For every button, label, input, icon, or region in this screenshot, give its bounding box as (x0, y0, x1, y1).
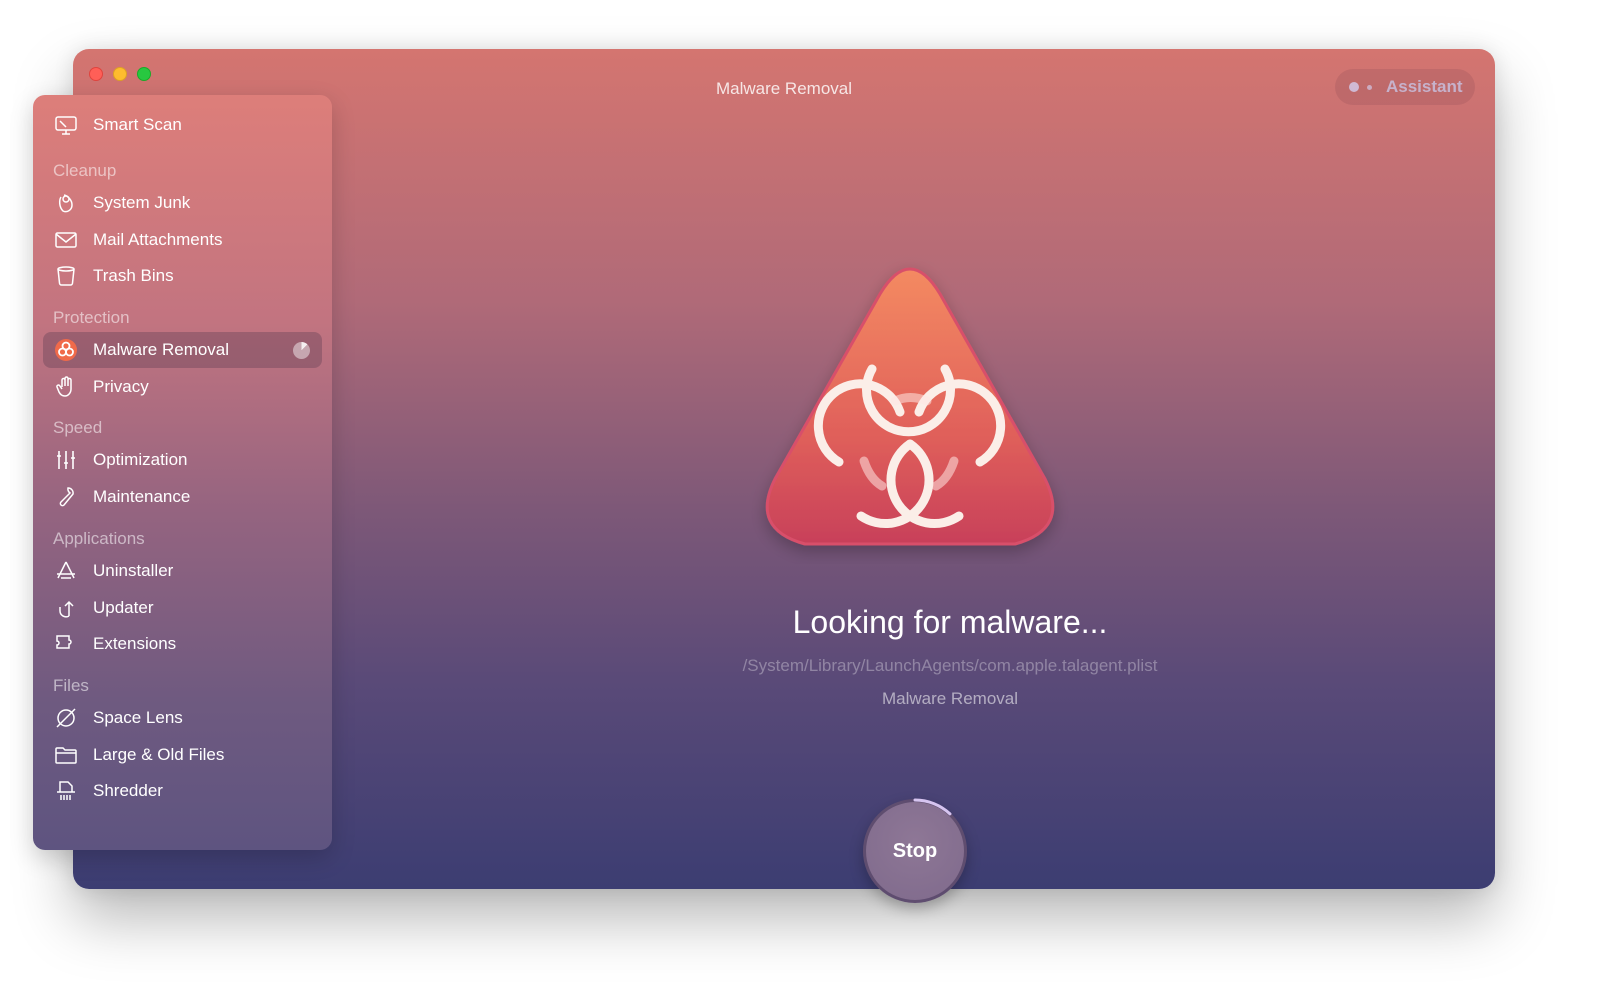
main-panel: Looking for malware... /System/Library/L… (405, 49, 1495, 904)
sidebar-item-mail-attachments[interactable]: Mail Attachments (43, 221, 322, 258)
sidebar-item-smart-scan[interactable]: Smart Scan (43, 107, 322, 144)
trash-bin-icon (53, 264, 79, 288)
sidebar-item-optimization[interactable]: Optimization (43, 442, 322, 479)
update-arrow-icon (53, 596, 79, 620)
sidebar-item-extensions[interactable]: Extensions (43, 626, 322, 663)
sidebar-item-label: Uninstaller (93, 560, 174, 580)
sidebar-item-label: Trash Bins (93, 266, 174, 286)
sidebar-item-malware-removal[interactable]: Malware Removal (43, 331, 322, 369)
envelope-icon (53, 228, 79, 252)
section-heading-speed: Speed (53, 418, 103, 438)
section-heading-applications: Applications (53, 528, 145, 548)
section-heading-protection: Protection (53, 307, 130, 327)
hand-icon (53, 375, 79, 399)
sidebar-item-label: Large & Old Files (93, 744, 225, 764)
sidebar-item-label: Extensions (93, 634, 177, 654)
sliders-icon (53, 448, 79, 472)
sidebar-item-label: Maintenance (93, 487, 191, 507)
sidebar-item-space-lens[interactable]: Space Lens (43, 700, 322, 737)
sidebar: Smart Scan Cleanup System Junk Mail Atta… (33, 95, 332, 850)
sidebar-item-label: Smart Scan (93, 115, 182, 135)
sidebar-item-label: Malware Removal (93, 340, 230, 360)
current-scan-path: /System/Library/LaunchAgents/com.apple.t… (742, 656, 1158, 675)
sidebar-item-system-junk[interactable]: System Junk (43, 185, 322, 222)
wrench-icon (53, 485, 79, 509)
puzzle-icon (53, 632, 79, 656)
sidebar-item-trash-bins[interactable]: Trash Bins (43, 258, 322, 295)
section-heading-cleanup: Cleanup (53, 160, 117, 180)
folder-icon (53, 743, 79, 767)
sidebar-item-uninstaller[interactable]: Uninstaller (43, 553, 322, 590)
scan-progress-pie (293, 341, 310, 359)
section-heading-files: Files (53, 675, 89, 695)
stop-button[interactable]: Stop (863, 799, 967, 903)
sidebar-item-shredder[interactable]: Shredder (43, 773, 322, 810)
monitor-icon (53, 113, 79, 137)
system-junk-icon (53, 191, 79, 215)
sidebar-item-label: Mail Attachments (93, 229, 223, 249)
stop-control: Stop (858, 794, 972, 908)
sidebar-item-label: Privacy (93, 376, 149, 396)
sidebar-item-privacy[interactable]: Privacy (43, 368, 322, 405)
sidebar-item-label: Shredder (93, 781, 163, 801)
biohazard-icon (53, 338, 79, 362)
scan-module-name: Malware Removal (881, 689, 1019, 708)
shredder-icon (53, 779, 79, 803)
sidebar-item-updater[interactable]: Updater (43, 589, 322, 626)
sidebar-item-label: Space Lens (93, 707, 183, 727)
sidebar-item-label: System Junk (93, 193, 191, 213)
sidebar-item-large-old-files[interactable]: Large & Old Files (43, 736, 322, 773)
sidebar-item-maintenance[interactable]: Maintenance (43, 479, 322, 516)
scan-status-title: Looking for malware... (792, 604, 1108, 640)
uninstaller-icon (53, 559, 79, 583)
planet-icon (53, 706, 79, 730)
biohazard-icon (765, 267, 1055, 546)
sidebar-item-label: Updater (93, 597, 154, 617)
sidebar-item-label: Optimization (93, 450, 188, 470)
